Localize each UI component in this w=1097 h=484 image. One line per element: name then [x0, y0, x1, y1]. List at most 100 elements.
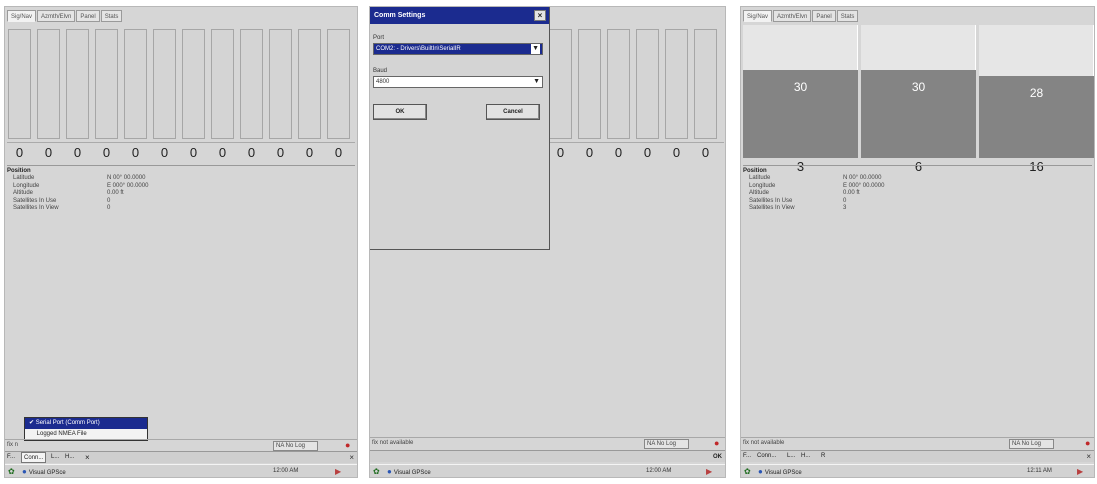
- taskbar-app-name: Visual GPSce: [764, 470, 802, 476]
- menu-help[interactable]: H...: [801, 451, 810, 462]
- tab-azimuth-elevation[interactable]: Azmth/Elvn: [773, 10, 812, 22]
- snr-values-row: 0 0 0 0 0 0 0 0 0 0 0 0: [7, 145, 355, 163]
- latitude-row: Latitude N 00° 00.0000: [743, 175, 1093, 183]
- snr-value-label: 0: [131, 145, 140, 160]
- screenshot-panel-2: 0 0 0 0 0 0 Comm Settings × Port COM2: - Driv…: [369, 6, 726, 478]
- baud-label: Baud: [373, 68, 388, 74]
- screenshot-panel-3: Sig/Nav Azmth/Elvn Panel Stats 30 3 30 6 28 1…: [740, 6, 1095, 478]
- start-icon[interactable]: ✿: [373, 467, 383, 476]
- tray-icon[interactable]: ▶: [1077, 466, 1083, 477]
- altitude-row: Altitude 0.00 ft: [7, 190, 357, 198]
- port-select[interactable]: COM2: - Drivers\BuiltIn\SerialIR ▼: [373, 43, 543, 55]
- taskbar: ✿ ● Visual GPSce 12:00 AM ▶: [370, 464, 725, 477]
- divider: [743, 165, 1092, 166]
- snr-bar-empty: [8, 29, 31, 139]
- snr-chart: 0 0 0 0 0 0 0 0 0 0 0 0: [7, 25, 355, 165]
- snr-value-label: 0: [585, 145, 594, 160]
- screenshot-panel-1: Sig/Nav Azmth/Elvn Panel Stats 000000000…: [4, 6, 358, 478]
- menu-record[interactable]: R: [821, 451, 825, 462]
- divider: [7, 165, 355, 166]
- tab-panel[interactable]: Panel: [76, 10, 100, 22]
- menu-file[interactable]: F...: [743, 451, 751, 462]
- tab-stats[interactable]: Stats: [100, 10, 123, 22]
- snr-bar-empty: [153, 29, 176, 139]
- comm-settings-dialog: Comm Settings × Port COM2: - Drivers\Bui…: [370, 7, 550, 250]
- fix-indicator-icon: ●: [714, 438, 720, 448]
- close-icon[interactable]: ×: [349, 452, 354, 463]
- menu-connection[interactable]: Conn...: [21, 452, 47, 463]
- clock-text: 12:00 AM: [646, 468, 672, 474]
- snr-bar-empty: [95, 29, 118, 139]
- globe-icon: ●: [387, 467, 392, 476]
- latitude-value: N 00° 00.0000: [843, 175, 882, 181]
- globe-icon: ●: [22, 467, 27, 476]
- tab-azimuth-elevation[interactable]: Azmth/Elvn: [37, 10, 76, 22]
- start-icon[interactable]: ✿: [8, 467, 18, 476]
- taskbar: ✿ ● Visual GPSce 12:00 AM ▶: [5, 464, 357, 477]
- tray-icon[interactable]: ▶: [706, 466, 712, 477]
- snr-value-label: 0: [218, 145, 227, 160]
- cancel-button[interactable]: Cancel: [486, 104, 540, 120]
- menu-file[interactable]: F...: [7, 452, 15, 463]
- snr-value-label: 0: [276, 145, 285, 160]
- log-status-button[interactable]: NA No Log: [644, 439, 689, 449]
- snr-value-label: 0: [701, 145, 710, 160]
- fix-status-text: fix not available: [372, 440, 414, 446]
- longitude-value: E 000° 00.0000: [107, 182, 149, 189]
- altitude-row: Altitude 0.00 ft: [743, 190, 1093, 198]
- snr-chart: 0 0 0 0 0 0: [548, 25, 724, 165]
- taskbar-app-button[interactable]: ● Visual GPSce: [22, 467, 66, 477]
- position-panel: Position Latitude N 00° 00.0000 Longitud…: [7, 167, 357, 213]
- snr-value-label: 0: [160, 145, 169, 160]
- close-icon[interactable]: ×: [534, 10, 546, 21]
- log-status-button[interactable]: NA No Log: [1009, 439, 1054, 449]
- tab-stats[interactable]: Stats: [836, 10, 859, 22]
- snr-bars: [548, 25, 724, 141]
- menu-log[interactable]: L...: [51, 452, 59, 463]
- snr-bar-value: 30: [793, 80, 808, 94]
- tray-icon[interactable]: ▶: [335, 466, 341, 477]
- snr-bar-empty: [124, 29, 147, 139]
- menu-item-serial-port[interactable]: ✔ Serial Port (Comm Port): [25, 418, 147, 429]
- tab-bar: Sig/Nav Azmth/Elvn Panel Stats: [7, 10, 123, 23]
- menu-item-logged-nmea-label: Logged NMEA File: [36, 431, 87, 437]
- menu-bar: F... Conn... L... H... × ×: [5, 451, 357, 463]
- snr-value-label: 0: [15, 145, 24, 160]
- snr-bar-empty: [182, 29, 205, 139]
- snr-bar-empty: [37, 29, 60, 139]
- menu-ok-button[interactable]: OK: [713, 452, 722, 463]
- tab-signal-nav[interactable]: Sig/Nav: [743, 10, 773, 22]
- menu-extra-icon[interactable]: ×: [85, 452, 90, 463]
- taskbar-app-name: Visual GPSce: [28, 470, 66, 476]
- start-icon[interactable]: ✿: [744, 467, 754, 476]
- baud-select[interactable]: 4800 ▼: [373, 76, 543, 88]
- snr-bar-value: 28: [1029, 86, 1044, 100]
- snr-bar-empty: [298, 29, 321, 139]
- menu-help[interactable]: H...: [65, 452, 74, 463]
- fix-indicator-icon: ●: [1085, 438, 1091, 448]
- menu-bar: OK: [370, 450, 725, 462]
- snr-bar-empty: [240, 29, 263, 139]
- menu-connection[interactable]: Conn...: [757, 451, 776, 462]
- taskbar: ✿ ● Visual GPSce 12:11 AM ▶: [741, 464, 1094, 477]
- log-status-button[interactable]: NA No Log: [273, 441, 318, 451]
- satellites-in-view-value: 3: [843, 205, 847, 211]
- dialog-title: Comm Settings: [374, 12, 426, 19]
- fix-status-text: fix not available: [743, 440, 785, 446]
- longitude-label: Longitude: [13, 182, 40, 189]
- tab-panel[interactable]: Panel: [812, 10, 836, 22]
- tab-signal-nav[interactable]: Sig/Nav: [7, 10, 37, 22]
- chevron-down-icon: ▼: [531, 44, 540, 54]
- taskbar-app-button[interactable]: ● Visual GPSce: [387, 467, 431, 477]
- taskbar-app-button[interactable]: ● Visual GPSce: [758, 467, 802, 477]
- chevron-down-icon: ▼: [533, 78, 540, 85]
- close-icon[interactable]: ×: [1086, 451, 1091, 462]
- ok-button[interactable]: OK: [373, 104, 427, 120]
- satellites-in-use-row: Satellites In Use 0: [7, 198, 357, 206]
- menu-log[interactable]: L...: [787, 451, 795, 462]
- snr-bar-empty: [578, 29, 601, 139]
- satellites-in-view-value: 0: [107, 205, 111, 211]
- snr-chart: 30 3 30 6 28 16: [743, 23, 1094, 174]
- snr-bar-empty: [549, 29, 572, 139]
- port-label: Port: [373, 35, 385, 41]
